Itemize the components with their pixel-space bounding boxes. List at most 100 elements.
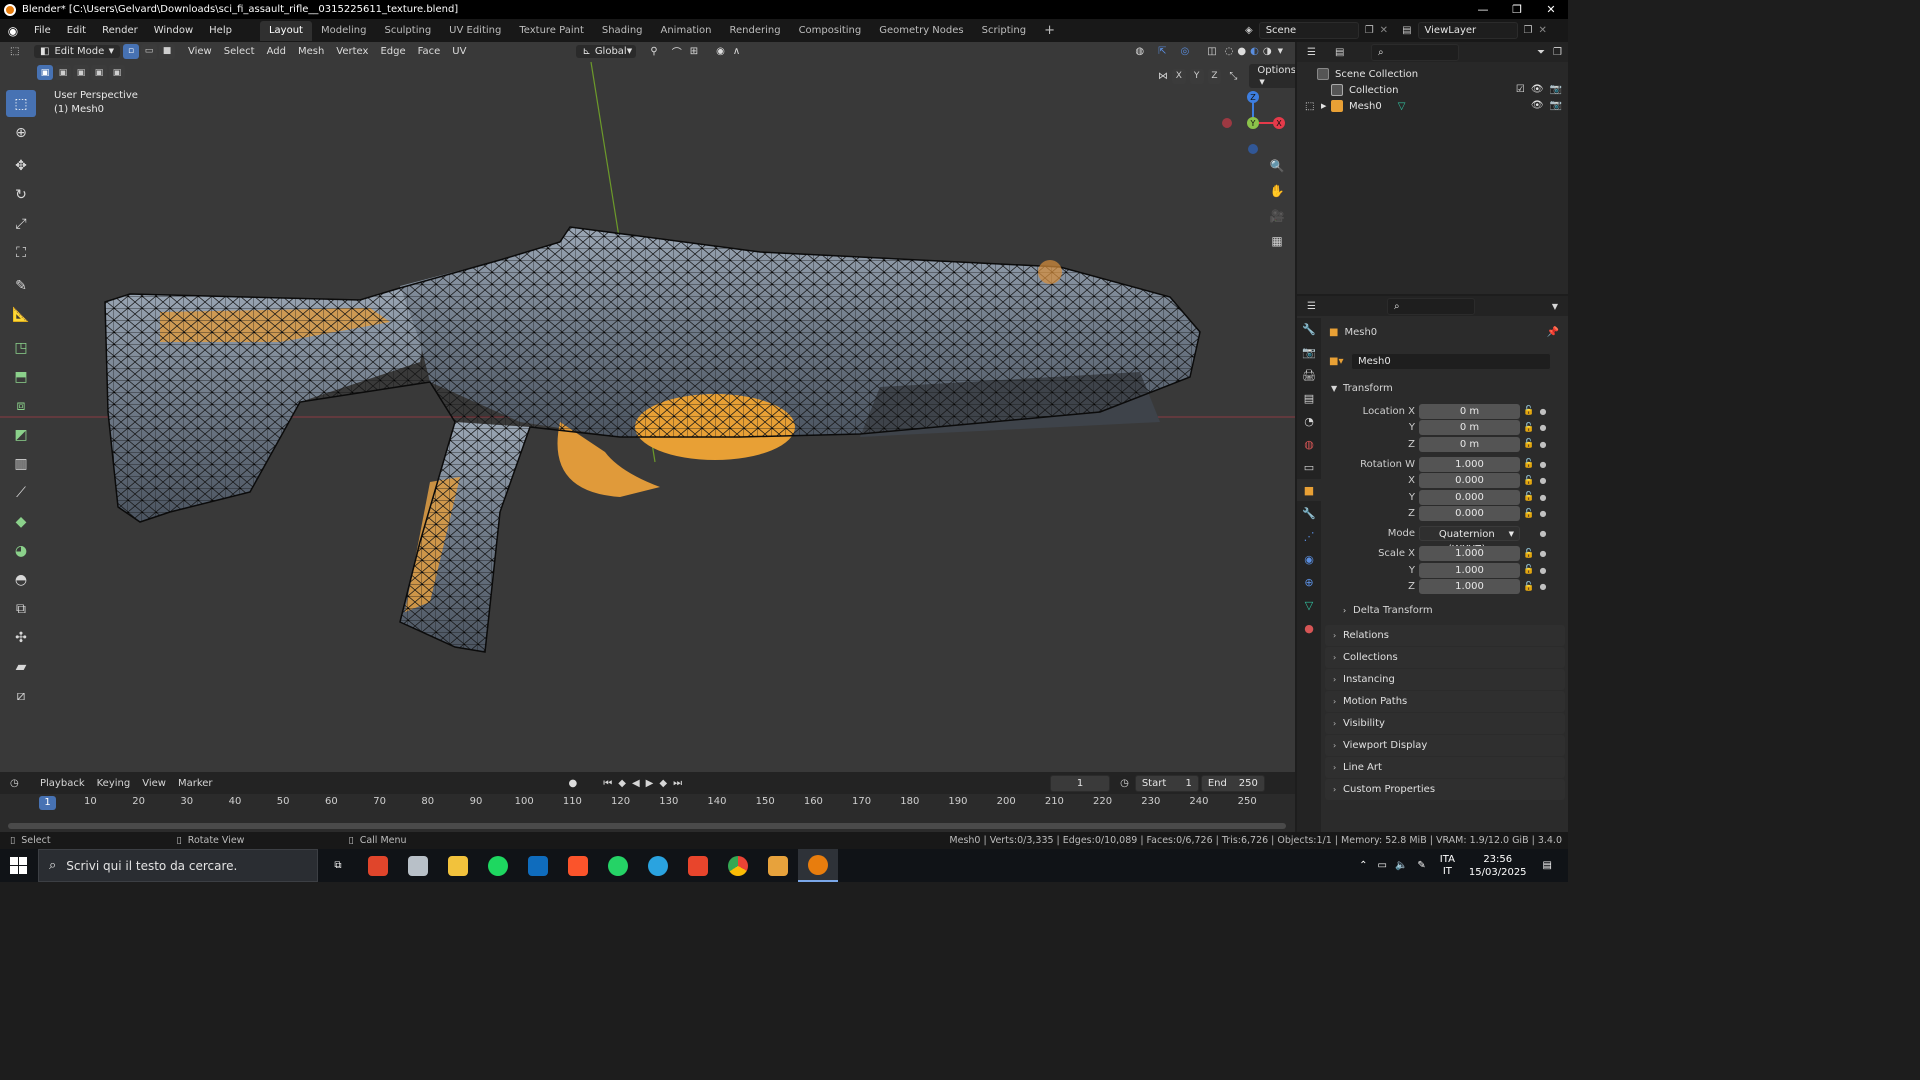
- modifier-properties-icon[interactable]: 🔧: [1297, 502, 1321, 524]
- data-properties-icon[interactable]: ▽: [1297, 594, 1321, 616]
- 3d-viewport[interactable]: ⬚ ◧ Edit Mode ▼ ▫ ▭ ■ View Select Add Me…: [0, 42, 1295, 772]
- chevron-down-icon[interactable]: ▼: [1552, 302, 1558, 311]
- scale-y-field[interactable]: 1.000: [1419, 562, 1520, 578]
- spotify-icon[interactable]: [478, 849, 518, 882]
- panel-line-art[interactable]: › Line Art: [1325, 756, 1565, 778]
- constraint-properties-icon[interactable]: ⊕: [1297, 571, 1321, 593]
- next-keyframe-icon[interactable]: ◆: [659, 778, 667, 789]
- clock-icon[interactable]: ◷: [1120, 778, 1129, 789]
- object-type-icon[interactable]: ■▾: [1329, 356, 1351, 367]
- world-properties-icon[interactable]: ◍: [1297, 433, 1321, 455]
- keyframe-dot-icon[interactable]: ●: [1538, 529, 1548, 538]
- language-indicator[interactable]: ITA IT: [1440, 854, 1455, 878]
- notification-icon[interactable]: ▤: [1543, 860, 1552, 871]
- display-mode-icon[interactable]: ▤: [1335, 47, 1365, 58]
- rotation-w-field[interactable]: 1.000: [1419, 456, 1520, 472]
- lock-icon[interactable]: 🔓: [1520, 439, 1538, 449]
- location-x-field[interactable]: 0 m: [1419, 403, 1520, 419]
- navigation-gizmo[interactable]: Z X Y: [1215, 87, 1290, 162]
- object-name-field[interactable]: Mesh0: [1351, 352, 1551, 370]
- outliner-search[interactable]: ⌕: [1371, 43, 1459, 61]
- tray-chevron-icon[interactable]: ⌃: [1359, 860, 1367, 871]
- pen-icon[interactable]: ✎: [1417, 860, 1425, 871]
- minimize-button[interactable]: —: [1466, 0, 1500, 19]
- keyframe-dot-icon[interactable]: ●: [1538, 440, 1548, 449]
- render-camera-icon[interactable]: 📷: [1550, 84, 1562, 95]
- lock-icon[interactable]: 🔓: [1520, 459, 1538, 469]
- tab-shading[interactable]: Shading: [593, 21, 652, 41]
- maximize-button[interactable]: ❐: [1500, 0, 1534, 19]
- particle-properties-icon[interactable]: ⋰: [1297, 525, 1321, 547]
- panel-relations[interactable]: › Relations: [1325, 624, 1565, 646]
- panel-custom-properties[interactable]: › Custom Properties: [1325, 778, 1565, 800]
- mesh-data-icon[interactable]: ▽: [1398, 101, 1406, 112]
- jump-end-icon[interactable]: ⏭: [673, 778, 682, 789]
- properties-search[interactable]: ⌕: [1387, 297, 1475, 315]
- delta-transform-subpanel[interactable]: › Delta Transform: [1325, 603, 1565, 619]
- scene-field[interactable]: Scene: [1258, 22, 1359, 39]
- file-explorer-icon[interactable]: [438, 849, 478, 882]
- object-properties-icon[interactable]: ■: [1297, 479, 1321, 501]
- volume-icon[interactable]: 🔈: [1395, 860, 1407, 871]
- edit-mode-indicator-icon[interactable]: ⬚: [1305, 101, 1321, 112]
- physics-properties-icon[interactable]: ◉: [1297, 548, 1321, 570]
- rotation-mode-dropdown[interactable]: Quaternion (WXYZ) ▼: [1419, 526, 1520, 555]
- task-view-icon[interactable]: ⧉: [318, 849, 358, 882]
- tab-compositing[interactable]: Compositing: [790, 21, 871, 41]
- playhead[interactable]: 1: [39, 796, 56, 810]
- new-scene-icon[interactable]: ❐: [1365, 25, 1374, 36]
- remove-view-layer-icon[interactable]: ✕: [1538, 25, 1546, 36]
- current-frame-field[interactable]: 1: [1050, 774, 1111, 792]
- lock-icon[interactable]: 🔓: [1520, 476, 1538, 486]
- view-layer-field[interactable]: ViewLayer: [1417, 22, 1518, 39]
- tab-modeling[interactable]: Modeling: [312, 21, 376, 41]
- brave-icon[interactable]: [558, 849, 598, 882]
- panel-collections[interactable]: › Collections: [1325, 646, 1565, 668]
- end-frame-field[interactable]: End 250: [1200, 774, 1265, 792]
- menu-timeline-view[interactable]: View: [136, 778, 172, 789]
- rotation-z-field[interactable]: 0.000: [1419, 506, 1520, 521]
- panel-visibility[interactable]: › Visibility: [1325, 712, 1565, 734]
- menu-help[interactable]: Help: [201, 25, 240, 36]
- timeline-editor-icon[interactable]: ◷: [10, 778, 34, 789]
- tab-geometry-nodes[interactable]: Geometry Nodes: [870, 21, 972, 41]
- menu-playback[interactable]: Playback: [34, 778, 91, 789]
- lock-icon[interactable]: 🔓: [1520, 406, 1538, 416]
- keyframe-dot-icon[interactable]: ●: [1538, 566, 1548, 575]
- scene-properties-icon[interactable]: ◔: [1297, 410, 1321, 432]
- render-camera-icon[interactable]: 📷: [1550, 100, 1562, 111]
- pin-icon[interactable]: 📌: [1547, 327, 1559, 338]
- location-y-field[interactable]: 0 m: [1419, 420, 1520, 435]
- menu-window[interactable]: Window: [146, 25, 201, 36]
- view-layer-properties-icon[interactable]: ▤: [1297, 387, 1321, 409]
- telegram-icon[interactable]: [638, 849, 678, 882]
- close-window-button[interactable]: ✕: [1534, 0, 1568, 19]
- collection-checkbox-icon[interactable]: ☑: [1516, 84, 1525, 95]
- rotation-x-field[interactable]: 0.000: [1419, 473, 1520, 488]
- properties-editor-icon[interactable]: ☰: [1307, 301, 1387, 312]
- tab-layout[interactable]: Layout: [259, 20, 312, 41]
- lock-icon[interactable]: 🔓: [1520, 492, 1538, 502]
- keyframe-dot-icon[interactable]: ●: [1538, 582, 1548, 591]
- play-reverse-icon[interactable]: ◀: [632, 778, 640, 789]
- new-view-layer-icon[interactable]: ❐: [1524, 25, 1533, 36]
- windows-start-icon[interactable]: [10, 857, 27, 874]
- pan-hand-icon[interactable]: ✋: [1266, 180, 1288, 202]
- tab-animation[interactable]: Animation: [652, 21, 721, 41]
- menu-edit[interactable]: Edit: [59, 25, 94, 36]
- tab-rendering[interactable]: Rendering: [720, 21, 789, 41]
- brave-alt-icon[interactable]: [678, 849, 718, 882]
- chrome-icon[interactable]: [718, 849, 758, 882]
- panel-viewport-display[interactable]: › Viewport Display: [1325, 734, 1565, 756]
- lock-icon[interactable]: 🔓: [1520, 509, 1538, 519]
- add-workspace-button[interactable]: +: [1035, 21, 1064, 41]
- lock-icon[interactable]: 🔓: [1520, 582, 1538, 592]
- scale-x-field[interactable]: 1.000: [1419, 546, 1520, 561]
- blender-taskbar-icon[interactable]: [798, 849, 838, 882]
- lock-icon[interactable]: 🔓: [1520, 565, 1538, 575]
- tool-properties-icon[interactable]: 🔧: [1297, 318, 1321, 340]
- outlook-icon[interactable]: [518, 849, 558, 882]
- play-icon[interactable]: ▶: [646, 778, 654, 789]
- network-icon[interactable]: ▭: [1377, 860, 1386, 871]
- tab-sculpting[interactable]: Sculpting: [375, 21, 440, 41]
